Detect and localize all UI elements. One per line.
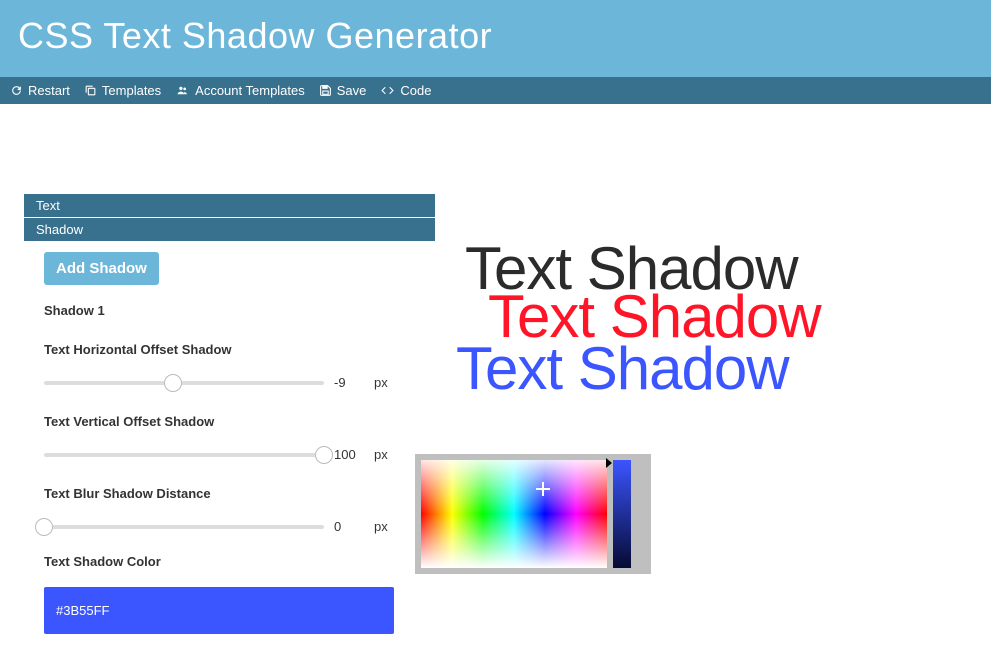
crosshair-icon <box>536 482 550 496</box>
blur-label: Text Blur Shadow Distance <box>44 486 415 501</box>
account-templates-button[interactable]: Account Templates <box>175 83 305 98</box>
tab-text[interactable]: Text <box>24 194 435 217</box>
tab-shadow[interactable]: Shadow <box>24 218 435 241</box>
v-offset-label: Text Vertical Offset Shadow <box>44 414 415 429</box>
blur-slider[interactable] <box>44 525 324 529</box>
slider-thumb[interactable] <box>35 518 53 536</box>
color-picker-lightness[interactable] <box>613 460 631 568</box>
h-offset-label: Text Horizontal Offset Shadow <box>44 342 415 357</box>
copy-icon <box>84 84 97 97</box>
refresh-icon <box>10 84 23 97</box>
h-offset-slider[interactable] <box>44 381 324 385</box>
users-icon <box>175 84 190 97</box>
toolbar: Restart Templates Account Templates Save… <box>0 77 991 104</box>
v-offset-value: 100 <box>334 447 364 462</box>
save-label: Save <box>337 83 367 98</box>
color-input[interactable] <box>44 587 394 634</box>
preview-text: Text Shadow <box>465 234 991 303</box>
code-label: Code <box>400 83 431 98</box>
slider-thumb[interactable] <box>164 374 182 392</box>
blur-row: 0 px <box>44 519 415 534</box>
h-offset-row: -9 px <box>44 375 415 390</box>
templates-label: Templates <box>102 83 161 98</box>
v-offset-slider[interactable] <box>44 453 324 457</box>
templates-button[interactable]: Templates <box>84 83 161 98</box>
app-header: CSS Text Shadow Generator <box>0 0 991 77</box>
add-shadow-button[interactable]: Add Shadow <box>44 252 159 285</box>
blur-value: 0 <box>334 519 364 534</box>
h-offset-value: -9 <box>334 375 364 390</box>
account-templates-label: Account Templates <box>195 83 305 98</box>
slider-thumb[interactable] <box>315 446 333 464</box>
code-button[interactable]: Code <box>380 83 431 98</box>
shadow-title: Shadow 1 <box>44 303 415 318</box>
restart-button[interactable]: Restart <box>10 83 70 98</box>
controls-panel: Text Shadow Add Shadow Shadow 1 Text Hor… <box>24 194 435 654</box>
shadow-panel: Add Shadow Shadow 1 Text Horizontal Offs… <box>24 242 435 654</box>
code-icon <box>380 84 395 97</box>
color-label: Text Shadow Color <box>44 554 415 569</box>
color-picker[interactable] <box>415 454 651 574</box>
page-title: CSS Text Shadow Generator <box>18 15 973 57</box>
save-button[interactable]: Save <box>319 83 367 98</box>
arrow-icon <box>606 458 612 468</box>
main-content: Text Shadow Add Shadow Shadow 1 Text Hor… <box>0 104 991 654</box>
save-icon <box>319 84 332 97</box>
color-picker-canvas[interactable] <box>421 460 607 568</box>
v-offset-row: 100 px <box>44 447 415 462</box>
preview-area: Text Shadow <box>435 194 991 654</box>
h-offset-unit: px <box>374 375 388 390</box>
blur-unit: px <box>374 519 388 534</box>
restart-label: Restart <box>28 83 70 98</box>
v-offset-unit: px <box>374 447 388 462</box>
